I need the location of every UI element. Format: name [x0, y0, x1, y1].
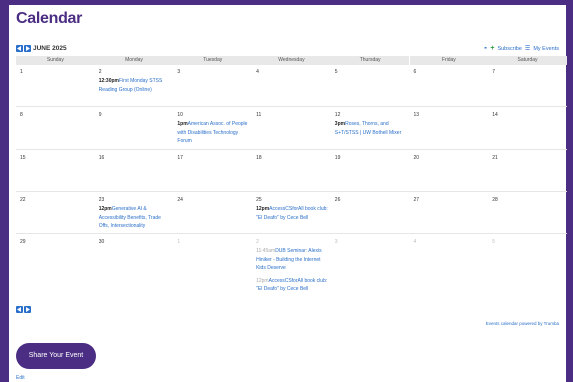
calendar-event-link[interactable]: 12pmGenerative AI & Accessibility Benefi… [99, 205, 171, 231]
weekday-header-tuesday: Tuesday [173, 56, 253, 65]
day-number[interactable]: 17 [177, 155, 183, 161]
day-number[interactable]: 2 [256, 239, 259, 245]
day-number[interactable]: 14 [492, 112, 498, 118]
day-number[interactable]: 4 [414, 239, 417, 245]
list-icon: ☰ [524, 46, 531, 52]
day-number[interactable]: 1 [20, 69, 23, 75]
day-number[interactable]: 13 [414, 112, 420, 118]
day-number[interactable]: 4 [256, 69, 259, 75]
share-event-button[interactable]: Share Your Event [16, 343, 96, 369]
day-number[interactable]: 28 [492, 197, 498, 203]
next-month-button-bottom[interactable] [24, 306, 31, 313]
day-number[interactable]: 8 [20, 112, 23, 118]
day-number[interactable]: 10 [177, 112, 183, 118]
day-number[interactable]: 2 [99, 69, 102, 75]
weekday-header-friday: Friday [409, 56, 489, 65]
day-number[interactable]: 26 [335, 197, 341, 203]
week-divider [16, 149, 567, 150]
weekday-header-sunday: Sunday [16, 56, 95, 65]
calendar-event-link[interactable]: 12pmAccessCSforAll book club: "El Deafo"… [256, 205, 328, 222]
day-number[interactable]: 18 [256, 155, 262, 161]
plus-icon: + [490, 45, 495, 52]
day-number[interactable]: 21 [492, 155, 498, 161]
week-divider [16, 191, 567, 192]
day-number[interactable]: 6 [414, 69, 417, 75]
prev-month-button[interactable] [16, 45, 23, 52]
month-label: JUNE 2025 [33, 45, 67, 52]
calendar-panel: Calendar JUNE 2025 ◓ + Subscribe ☰ My Ev… [9, 5, 567, 382]
prev-month-button-bottom[interactable] [16, 306, 23, 313]
day-number[interactable]: 30 [99, 239, 105, 245]
calendar-event-link[interactable]: 12:30pmFirst Monday STSS Reading Group (… [99, 77, 171, 94]
day-number[interactable]: 15 [20, 155, 26, 161]
day-number[interactable]: 9 [99, 112, 102, 118]
powered-by-link[interactable]: Events calendar powered by Trumba [486, 321, 559, 326]
day-number[interactable]: 16 [99, 155, 105, 161]
weekday-header-monday: Monday [94, 56, 174, 65]
page-title: Calendar [16, 10, 83, 27]
weekday-header-thursday: Thursday [330, 56, 410, 65]
day-number[interactable]: 5 [335, 69, 338, 75]
next-month-button[interactable] [24, 45, 31, 52]
top-links: ◓ + Subscribe ☰ My Events [484, 45, 559, 52]
day-number[interactable]: 5 [492, 239, 495, 245]
day-number[interactable]: 20 [414, 155, 420, 161]
rss-icon[interactable]: ◓ [484, 46, 488, 52]
day-number[interactable]: 3 [335, 239, 338, 245]
day-number[interactable]: 22 [20, 197, 26, 203]
week-divider [16, 233, 567, 234]
day-number[interactable]: 11 [256, 112, 261, 118]
day-number[interactable]: 24 [177, 197, 183, 203]
day-number[interactable]: 1 [177, 239, 180, 245]
calendar-event-link[interactable]: 1pmAmerican Assoc. of People with Disabi… [177, 120, 249, 146]
week-divider [16, 106, 567, 107]
day-number[interactable]: 27 [414, 197, 420, 203]
my-events-link[interactable]: My Events [533, 46, 559, 52]
calendar-event-link[interactable]: 12pmAccessCSforAll book club: "El Deafo"… [256, 277, 328, 294]
day-number[interactable]: 7 [492, 69, 495, 75]
day-number[interactable]: 23 [99, 197, 105, 203]
day-number[interactable]: 12 [335, 112, 341, 118]
day-number[interactable]: 25 [256, 197, 262, 203]
weekday-header-wednesday: Wednesday [252, 56, 331, 65]
calendar-event-link[interactable]: 11:45amDUB Seminar: Alexis Hiniker - Bui… [256, 247, 328, 273]
day-number[interactable]: 3 [177, 69, 180, 75]
subscribe-link[interactable]: Subscribe [497, 46, 521, 52]
day-number[interactable]: 19 [335, 155, 341, 161]
calendar-event-link[interactable]: 3pmRoses, Thorns, and S+T/STSS | UW Both… [335, 120, 407, 137]
weekday-header-saturday: Saturday [488, 56, 567, 65]
day-number[interactable]: 29 [20, 239, 26, 245]
edit-link[interactable]: Edit [16, 375, 25, 381]
